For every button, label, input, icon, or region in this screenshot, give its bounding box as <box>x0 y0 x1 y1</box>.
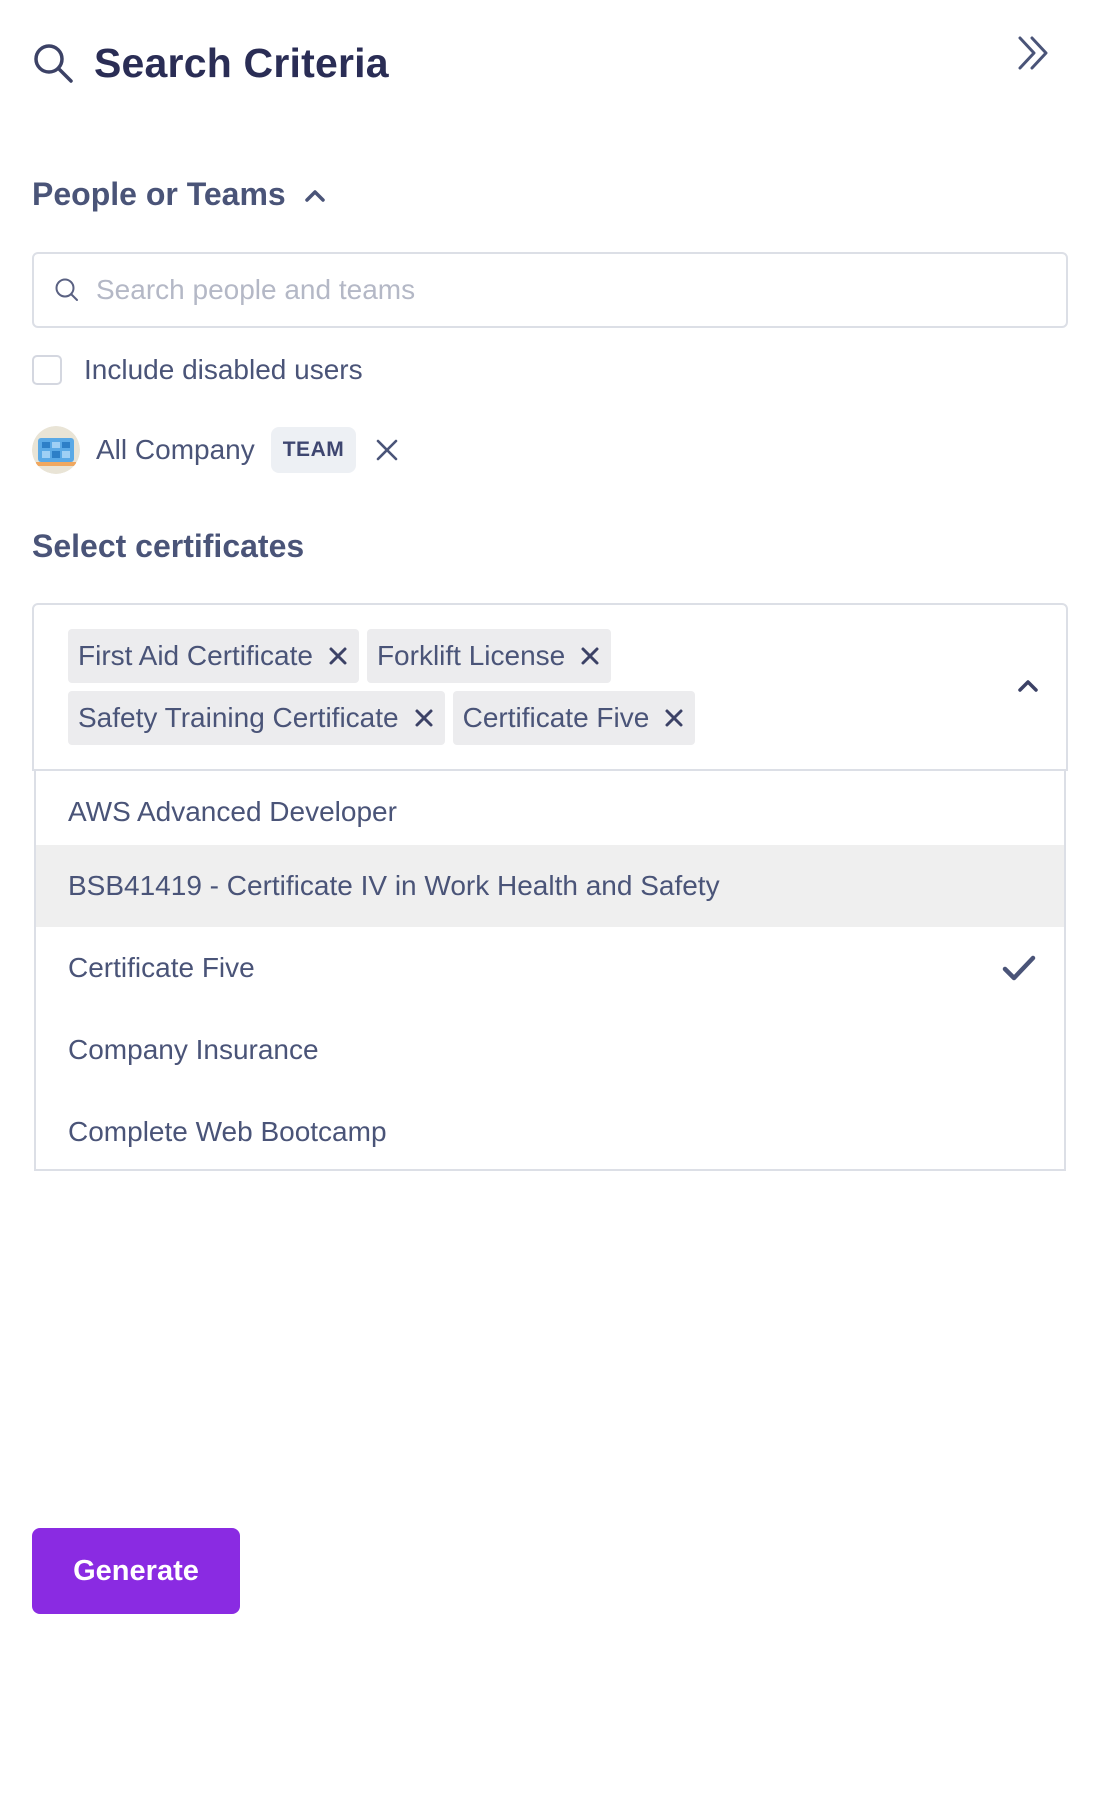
option-label: Company Insurance <box>68 1034 319 1065</box>
remove-chip-icon[interactable] <box>663 707 685 729</box>
chip-label: Certificate Five <box>462 702 650 733</box>
team-name: All Company <box>96 434 255 465</box>
option-label: Complete Web Bootcamp <box>68 1116 387 1147</box>
selected-chips: First Aid Certificate Forklift License S… <box>68 629 968 745</box>
close-icon[interactable] <box>374 437 400 463</box>
option-aws-advanced-developer[interactable]: AWS Advanced Developer <box>36 771 1064 853</box>
remove-chip-icon[interactable] <box>327 645 349 667</box>
option-bsb41419[interactable]: BSB41419 - Certificate IV in Work Health… <box>36 845 1064 927</box>
double-chevron-right-icon[interactable] <box>1012 32 1054 74</box>
include-disabled-label[interactable]: Include disabled users <box>84 354 363 386</box>
header: Search Criteria <box>32 38 389 88</box>
people-section-label: People or Teams <box>32 176 286 212</box>
remove-chip-icon[interactable] <box>413 707 435 729</box>
certificate-chip: Safety Training Certificate <box>68 691 445 745</box>
team-avatar <box>32 426 80 474</box>
chevron-up-icon[interactable] <box>1016 677 1040 695</box>
option-label: AWS Advanced Developer <box>68 796 397 827</box>
page-title: Search Criteria <box>94 39 389 86</box>
people-section-toggle[interactable]: People or Teams <box>32 176 326 213</box>
certificate-options-list: AWS Advanced Developer BSB41419 - Certif… <box>34 771 1066 1171</box>
people-search-field[interactable] <box>32 252 1068 328</box>
search-icon <box>55 278 78 301</box>
checkmark-icon <box>1002 955 1036 981</box>
certificates-section-label: Select certificates <box>32 528 305 564</box>
team-badge: TEAM <box>270 427 357 473</box>
chip-label: First Aid Certificate <box>78 640 313 671</box>
generate-button[interactable]: Generate <box>32 1528 240 1614</box>
option-label: Certificate Five <box>68 952 255 983</box>
search-icon <box>34 44 73 83</box>
chip-label: Forklift License <box>376 640 566 671</box>
remove-chip-icon[interactable] <box>579 645 601 667</box>
people-search-input[interactable] <box>94 259 1066 321</box>
option-complete-web-bootcamp[interactable]: Complete Web Bootcamp <box>36 1091 1064 1173</box>
chevron-up-icon <box>304 189 325 202</box>
include-disabled-row: Include disabled users <box>32 354 363 386</box>
selected-team: All Company TEAM <box>32 425 400 475</box>
certificate-chip: Forklift License <box>366 629 612 683</box>
option-company-insurance[interactable]: Company Insurance <box>36 1009 1064 1091</box>
option-certificate-five[interactable]: Certificate Five <box>36 927 1064 1009</box>
certificate-chip: Certificate Five <box>452 691 696 745</box>
certificate-multiselect[interactable]: First Aid Certificate Forklift License S… <box>32 603 1068 771</box>
include-disabled-checkbox[interactable] <box>32 355 62 385</box>
chip-label: Safety Training Certificate <box>78 702 399 733</box>
option-label: BSB41419 - Certificate IV in Work Health… <box>68 870 720 901</box>
certificate-chip: First Aid Certificate <box>68 629 359 683</box>
